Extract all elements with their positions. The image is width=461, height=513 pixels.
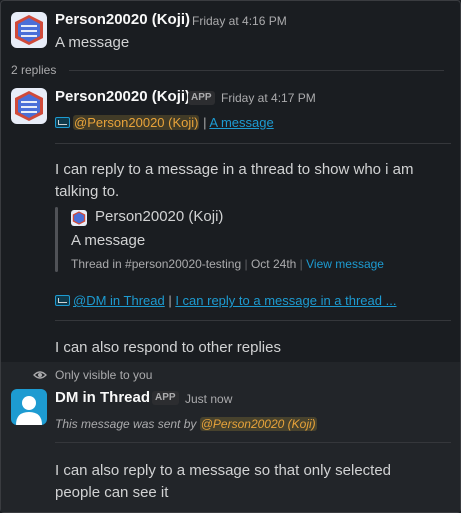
channel-name[interactable]: person20020-testing: [132, 257, 241, 271]
message-author[interactable]: Person20020 (Koji): [55, 11, 190, 28]
thread-in-label: Thread in: [71, 257, 122, 271]
mention-link[interactable]: @Person20020 (Koji): [73, 115, 200, 130]
mention-link[interactable]: @Person20020 (Koji): [199, 417, 317, 431]
message-text: A message: [55, 34, 130, 51]
app-badge: APP: [152, 391, 179, 405]
eye-icon: [33, 368, 47, 382]
quote-avatar[interactable]: [71, 210, 87, 226]
message-divider: [55, 320, 451, 321]
reply-timestamp[interactable]: Friday at 4:17 PM: [221, 91, 316, 105]
reply-arrow-icon: [55, 117, 70, 128]
referenced-message-link[interactable]: A message: [209, 115, 273, 130]
ephemeral-text: I can also reply to a message so that on…: [55, 462, 392, 501]
reply-author[interactable]: Person20020 (Koji): [55, 88, 190, 105]
quote-author[interactable]: Person20020 (Koji): [95, 208, 223, 225]
reply-reference-line: @Person20020 (Koji) | A message: [55, 115, 274, 130]
sent-by-line: This message was sent by @Person20020 (K…: [55, 417, 317, 431]
cube-logo-icon: [71, 210, 87, 226]
thread-replies-count: 2 replies: [11, 63, 57, 77]
quote-text: A message: [71, 232, 146, 249]
visibility-notice: Only visible to you: [55, 368, 153, 382]
cube-logo-icon: [11, 12, 47, 48]
user-avatar[interactable]: [11, 88, 47, 124]
footer-separator: |: [244, 257, 248, 271]
bot-author[interactable]: DM in Thread: [55, 389, 150, 406]
user-avatar[interactable]: [11, 12, 47, 48]
mention-link[interactable]: @DM in Thread: [73, 293, 165, 308]
default-user-icon: [16, 396, 42, 425]
quote-footer: Thread in #person20020-testing | Oct 24t…: [71, 257, 384, 271]
sent-by-prefix: This message was sent by: [55, 417, 197, 431]
replies-divider: [69, 70, 444, 71]
app-badge: APP: [188, 91, 215, 105]
channel-hash-icon: #: [125, 257, 132, 271]
reply-reference-line-2: @DM in Thread | I can reply to a message…: [55, 293, 396, 308]
message-divider: [55, 143, 451, 144]
reply-text-2: I can also respond to other replies: [55, 339, 281, 356]
view-message-link[interactable]: View message: [306, 257, 384, 271]
referenced-message-link[interactable]: I can reply to a message in a thread ...: [175, 293, 396, 308]
cube-logo-icon: [11, 88, 47, 124]
ref-separator: |: [199, 115, 210, 130]
quote-bar: [55, 207, 58, 272]
ref-separator: |: [164, 293, 176, 308]
message-timestamp[interactable]: Friday at 4:16 PM: [192, 14, 287, 28]
ephemeral-timestamp[interactable]: Just now: [185, 392, 232, 406]
reply-text: I can reply to a message in a thread to …: [55, 161, 414, 200]
reply-arrow-icon: [55, 295, 70, 306]
bot-avatar[interactable]: [11, 389, 47, 425]
quote-date: Oct 24th: [250, 257, 297, 271]
message-divider: [55, 442, 451, 443]
footer-separator: |: [299, 257, 303, 271]
